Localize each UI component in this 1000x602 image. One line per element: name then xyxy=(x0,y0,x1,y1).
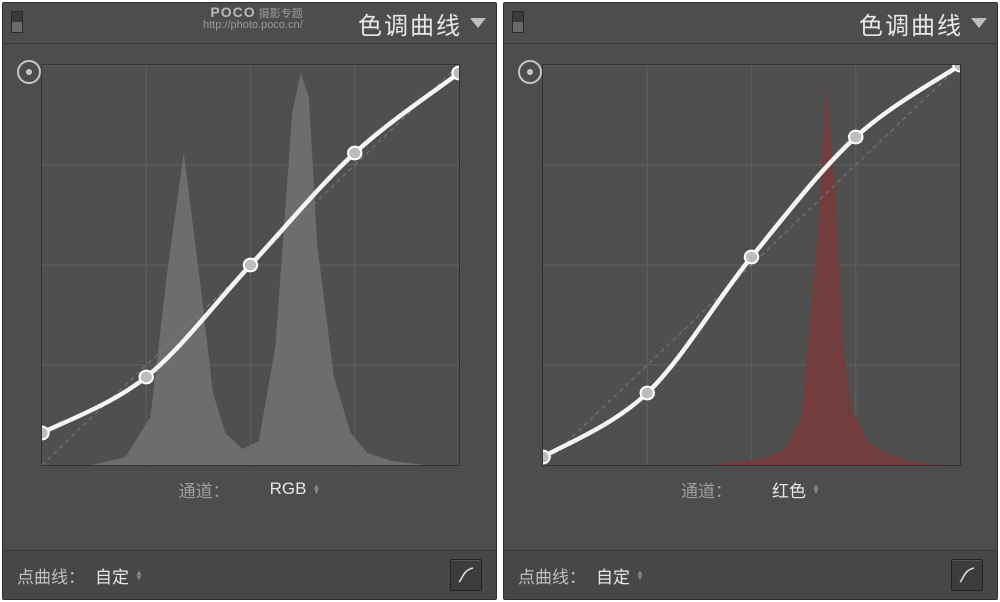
curve-point[interactable] xyxy=(140,371,153,384)
stage: POCO 摄影专题 http://photo.poco.cn/ 色调曲线 xyxy=(0,0,1000,602)
panel-footer: 点曲线： 自定 ▲▼ xyxy=(504,550,997,599)
tone-curve-panel-red: 色调曲线 通道： 红色 xyxy=(503,2,998,600)
panel-switch-icon[interactable] xyxy=(11,11,23,33)
channel-selector[interactable]: RGB ▲▼ xyxy=(270,479,321,499)
point-curve-selector[interactable]: 自定 ▲▼ xyxy=(95,563,143,588)
curve-plot[interactable] xyxy=(41,64,460,466)
collapse-icon[interactable] xyxy=(470,18,486,28)
curve-point[interactable] xyxy=(641,387,654,400)
panel-switch-icon[interactable] xyxy=(512,11,524,33)
target-adjust-icon[interactable] xyxy=(518,60,542,84)
channel-label: 通道： xyxy=(179,477,230,502)
curve-point[interactable] xyxy=(745,251,758,264)
panel-body: 通道： RGB ▲▼ xyxy=(3,44,496,550)
curve-svg[interactable] xyxy=(42,65,459,465)
panel-body: 通道： 红色 ▲▼ xyxy=(504,44,997,550)
point-curve-label: 点曲线： xyxy=(518,563,586,588)
watermark: POCO 摄影专题 http://photo.poco.cn/ xyxy=(203,7,303,31)
curve-point[interactable] xyxy=(849,131,862,144)
tone-curve-panel-rgb: POCO 摄影专题 http://photo.poco.cn/ 色调曲线 xyxy=(2,2,497,600)
curve-plot[interactable] xyxy=(542,64,961,466)
channel-row: 通道： 红色 ▲▼ xyxy=(542,466,959,512)
point-curve-selector[interactable]: 自定 ▲▼ xyxy=(596,563,644,588)
panel-header[interactable]: POCO 摄影专题 http://photo.poco.cn/ 色调曲线 xyxy=(3,3,496,44)
panel-header[interactable]: 色调曲线 xyxy=(504,3,997,44)
edit-point-curve-button[interactable] xyxy=(951,559,983,591)
channel-row: 通道： RGB ▲▼ xyxy=(41,466,458,512)
target-adjust-icon[interactable] xyxy=(17,60,41,84)
stepper-icon: ▲▼ xyxy=(812,484,820,494)
panel-title: 色调曲线 xyxy=(859,6,963,41)
channel-label: 通道： xyxy=(681,477,732,502)
stepper-icon: ▲▼ xyxy=(312,484,320,494)
channel-selector[interactable]: 红色 ▲▼ xyxy=(772,477,820,502)
panel-title: 色调曲线 xyxy=(358,6,462,41)
curve-point[interactable] xyxy=(452,67,459,80)
curve-point[interactable] xyxy=(244,259,257,272)
panel-footer: 点曲线： 自定 ▲▼ xyxy=(3,550,496,599)
collapse-icon[interactable] xyxy=(971,18,987,28)
curve-svg[interactable] xyxy=(543,65,960,465)
curve-point[interactable] xyxy=(543,451,550,464)
stepper-icon: ▲▼ xyxy=(135,570,143,580)
curve-point[interactable] xyxy=(42,427,49,440)
edit-point-curve-button[interactable] xyxy=(450,559,482,591)
curve-point[interactable] xyxy=(348,147,361,160)
point-curve-label: 点曲线： xyxy=(17,563,85,588)
stepper-icon: ▲▼ xyxy=(636,570,644,580)
